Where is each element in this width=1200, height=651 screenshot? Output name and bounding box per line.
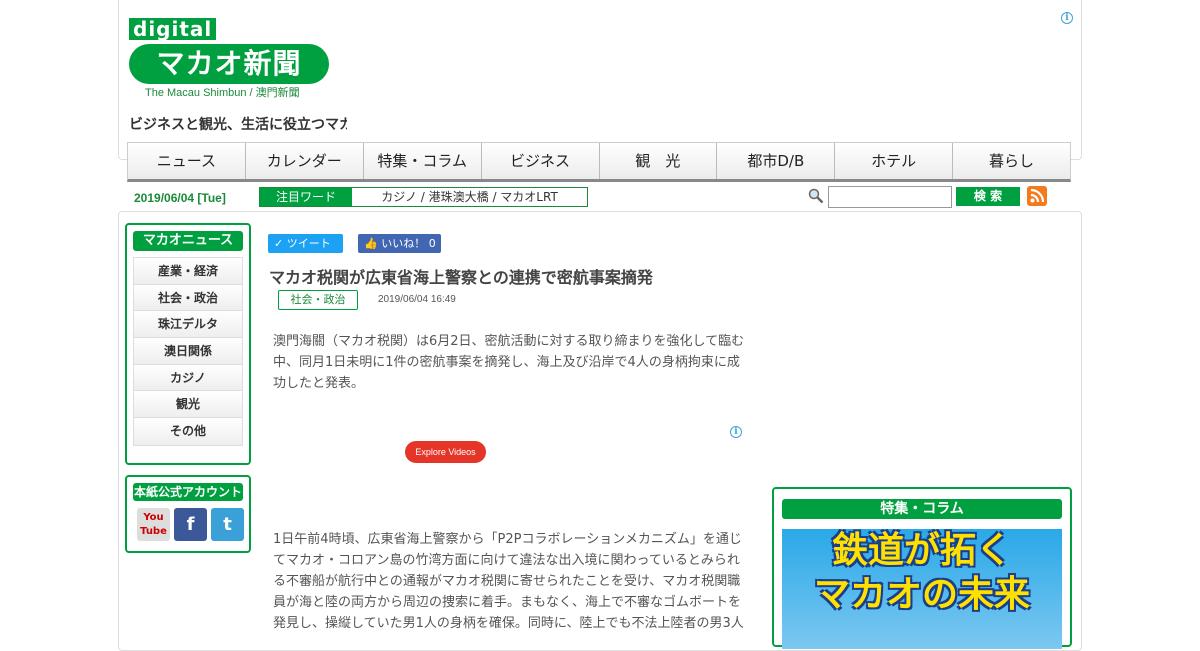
sidebar-list: 産業・経済 社会・政治 珠江デルタ 澳日関係 カジノ 観光 その他 [133,257,243,446]
nav-item-city-db[interactable]: 都市D/B [717,143,836,179]
sidebar-item-tourism[interactable]: 観光 [134,391,242,419]
site-header: digital マカオ新聞 The Macau Shimbun / 澳門新聞 ビ… [118,0,1082,160]
magnifier-icon [808,188,824,204]
article-title: マカオ税関が広東省海上警察との連携で密航事案摘発 [269,268,653,287]
site-tagline: ビジネスと観光、生活に役立つマカ [129,117,347,133]
explore-videos-button[interactable]: Explore Videos [405,441,486,463]
feature-banner-line: マカオの未来 [813,574,1030,615]
category-badge[interactable]: 社会・政治 [278,290,358,310]
nav-item-news[interactable]: ニュース [128,143,246,179]
feature-banner[interactable]: 鉄道が拓く マカオの未来 [782,529,1062,649]
youtube-icon[interactable]: You Tube [137,508,170,541]
sidebar-item-pearl-delta[interactable]: 珠江デルタ [134,311,242,339]
nav-item-features[interactable]: 特集・コラム [364,143,482,179]
nav-item-hotel[interactable]: ホテル [835,143,954,179]
accounts-icons: You Tube f t [137,508,244,541]
feature-banner-line: 鉄道が拓く [831,530,1012,571]
sidebar-title: マカオニュース [133,231,243,251]
nav-item-business[interactable]: ビジネス [482,143,600,179]
hot-words-links[interactable]: カジノ / 港珠澳大橋 / マカオLRT [352,188,587,206]
rss-icon[interactable] [1027,186,1047,206]
adchoices-icon[interactable]: i [1061,12,1073,24]
sidebar-item-macau-japan[interactable]: 澳日関係 [134,338,242,365]
search-button[interactable]: 検 索 [956,187,1020,206]
nav-item-tourism[interactable]: 観 光 [600,143,718,179]
article-paragraph: 澳門海關（マカオ税関）は6月2日、密航活動に対する取り締まりを強化して臨む中、同… [273,334,745,391]
like-button[interactable]: 👍 いいね！ 0 [358,234,441,253]
hot-words-label: 注目ワード [260,188,352,206]
facebook-icon[interactable]: f [174,508,207,541]
article-date: 2019/06/04 16:49 [378,294,456,305]
twitter-icon[interactable]: t [211,508,244,541]
site-logo[interactable]: digital マカオ新聞 The Macau Shimbun / 澳門新聞 [129,18,349,99]
tweet-label: ツイート [286,237,331,250]
twitter-bird-icon: ✓ [274,237,284,250]
nav-item-calendar[interactable]: カレンダー [246,143,364,179]
official-accounts-box: 本紙公式アカウント You Tube f t [125,475,251,553]
tweet-button[interactable]: ✓ ツイート [268,234,343,253]
like-label: いいね！ 0 [381,237,436,250]
article-paragraph: 1日午前4時頃、広東省海上警察から「P2Pコラボレーションメカニズム」を通じてマ… [273,532,744,631]
logo-subtitle: The Macau Shimbun / 澳門新聞 [145,87,300,99]
logo-digital: digital [129,18,217,40]
logo-main-text: マカオ新聞 [129,44,329,84]
sidebar-item-other[interactable]: その他 [134,418,242,445]
main-nav: ニュース カレンダー 特集・コラム ビジネス 観 光 都市D/B ホテル 暮らし [127,142,1071,182]
sidebar-item-casino[interactable]: カジノ [134,364,242,392]
sidebar-item-industry[interactable]: 産業・経済 [134,258,242,285]
search-input[interactable] [828,186,952,208]
sidebar-item-society[interactable]: 社会・政治 [134,284,242,312]
nav-item-living[interactable]: 暮らし [953,143,1070,179]
hot-words-bar: 注目ワード カジノ / 港珠澳大橋 / マカオLRT [259,187,588,207]
feature-column-box: 特集・コラム 鉄道が拓く マカオの未来 [772,487,1072,649]
adchoices-icon[interactable]: i [730,426,742,438]
current-date: 2019/06/04 [Tue] [134,191,226,205]
sidebar-news-box: マカオニュース 産業・経済 社会・政治 珠江デルタ 澳日関係 カジノ 観光 その… [125,223,251,465]
thumbs-up-icon: 👍 [364,237,378,250]
feature-title[interactable]: 特集・コラム [782,499,1062,519]
accounts-title: 本紙公式アカウント [133,483,243,501]
